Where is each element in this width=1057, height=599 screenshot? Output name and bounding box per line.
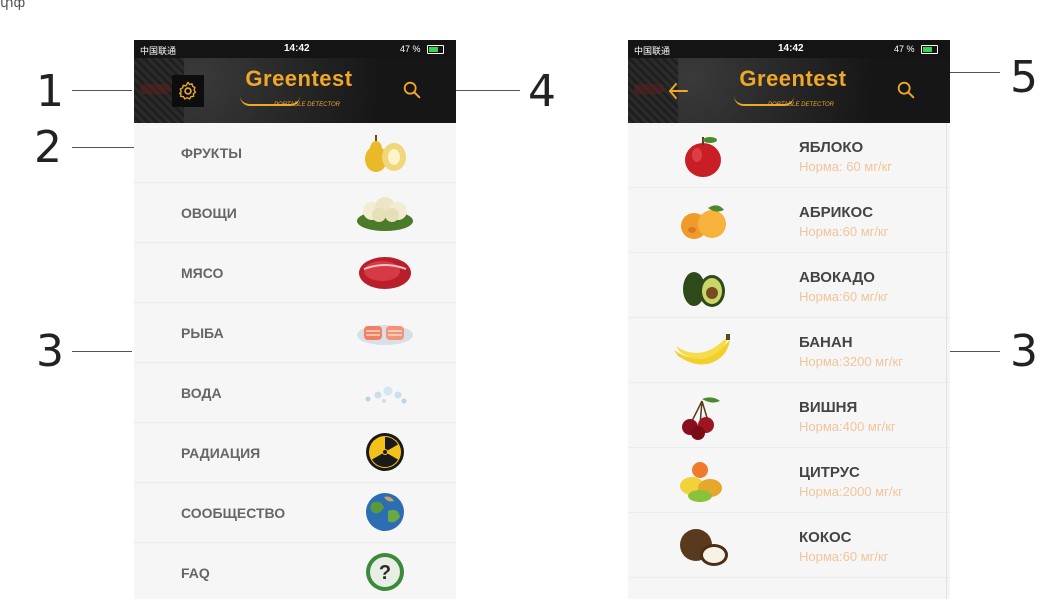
pears-image <box>365 135 406 172</box>
status-bar: 中国联通 14:42 47 % <box>134 40 456 58</box>
callout-3-right-line <box>950 351 1000 352</box>
carrier-label: 中国联通 <box>140 46 177 56</box>
fruit-norm: Норма:400 мг/кг <box>799 419 896 434</box>
category-label: РАДИАЦИЯ <box>181 445 261 461</box>
category-label: ОВОЩИ <box>181 205 237 221</box>
right-phone-border <box>946 123 947 599</box>
fruit-name: КОКОС <box>799 529 852 546</box>
fruit-norm: Норма:60 мг/кг <box>799 549 889 564</box>
search-icon <box>897 81 915 99</box>
coconut-image <box>680 529 728 566</box>
battery-icon <box>427 45 444 54</box>
back-arrow-icon <box>669 83 688 99</box>
category-label: ВОДА <box>181 385 222 401</box>
radiation-icon <box>366 433 404 471</box>
water-image <box>365 386 407 404</box>
callout-1-line <box>72 90 132 91</box>
app-header: Greentest PORTABLE DETECTOR <box>134 58 456 123</box>
app-logo: Greentest PORTABLE DETECTOR <box>234 66 364 108</box>
search-button[interactable] <box>396 74 428 106</box>
earth-image <box>366 493 404 531</box>
status-time: 14:42 <box>778 43 804 54</box>
category-item-water[interactable]: ВОДА <box>134 363 456 423</box>
battery-icon <box>921 45 938 54</box>
settings-button[interactable] <box>172 75 204 107</box>
category-item-faq[interactable]: FAQ ? <box>134 543 456 599</box>
category-item-meat[interactable]: МЯСО <box>134 243 456 303</box>
fish-image <box>357 325 413 345</box>
callout-5-line <box>950 72 1000 73</box>
apple-image <box>685 137 721 177</box>
meat-image <box>359 257 411 289</box>
status-time: 14:42 <box>284 43 310 54</box>
brand-subtitle: PORTABLE DETECTOR <box>274 102 341 108</box>
svg-text:?: ? <box>379 562 391 584</box>
category-label: СООБЩЕСТВО <box>181 505 286 521</box>
fruit-name: БАНАН <box>799 334 853 351</box>
fruit-item-apricot[interactable]: АБРИКОС Норма:60 мг/кг <box>628 188 950 253</box>
left-phone-screen: 中国联通 14:42 47 % Greentest PORTABLE DETEC… <box>134 40 456 599</box>
fruit-norm: Норма:60 мг/кг <box>799 224 889 239</box>
callout-2-line <box>72 147 134 148</box>
gear-icon <box>179 81 197 100</box>
category-label: FAQ <box>181 565 210 581</box>
avocado-image <box>683 272 725 307</box>
category-label: ФРУКТЫ <box>181 145 242 161</box>
status-bar: 中国联通 14:42 47 % <box>628 40 950 58</box>
callout-4: 4 <box>528 66 556 117</box>
back-button[interactable] <box>662 75 694 107</box>
fruit-name: ЦИТРУС <box>799 464 860 481</box>
brand-name: Greentest <box>739 66 847 91</box>
fruit-norm: Норма: 60 мг/кг <box>799 159 893 174</box>
cherry-image <box>682 397 720 440</box>
carrier-label: 中国联通 <box>634 46 671 56</box>
callout-2: 2 <box>34 122 62 173</box>
fruit-item-banana[interactable]: БАНАН Норма:3200 мг/кг <box>628 318 950 383</box>
fruit-item-avocado[interactable]: АВОКАДО Норма:60 мг/кг <box>628 253 950 318</box>
fruit-item-apple[interactable]: ЯБЛОКО Норма: 60 мг/кг <box>628 123 950 188</box>
brand-subtitle: PORTABLE DETECTOR <box>768 102 835 108</box>
citrus-image <box>680 462 722 502</box>
fruit-item-cherry[interactable]: ВИШНЯ Норма:400 мг/кг <box>628 383 950 448</box>
category-label: МЯСО <box>181 265 224 281</box>
fruit-name: ВИШНЯ <box>799 399 858 416</box>
fruit-list: ЯБЛОКО Норма: 60 мг/кг АБРИКОС Норма:60 … <box>628 123 950 578</box>
fruit-name: ЯБЛОКО <box>799 139 864 156</box>
category-item-community[interactable]: СООБЩЕСТВО <box>134 483 456 543</box>
callout-4-line <box>456 90 520 91</box>
category-item-vegetables[interactable]: ОВОЩИ <box>134 183 456 243</box>
fruit-norm: Норма:3200 мг/кг <box>799 354 903 369</box>
category-item-fruits[interactable]: ФРУКТЫ <box>134 123 456 183</box>
callout-3-left-line <box>72 351 132 352</box>
search-icon <box>403 81 421 99</box>
right-phone-screen: 中国联通 14:42 47 % Greentest PORTABLE DETEC… <box>628 40 950 599</box>
question-icon: ? <box>366 553 404 591</box>
fruit-name: АБРИКОС <box>799 204 874 221</box>
app-logo: Greentest PORTABLE DETECTOR <box>728 66 858 108</box>
fruit-norm: Норма:60 мг/кг <box>799 289 889 304</box>
search-button[interactable] <box>890 74 922 106</box>
brand-name: Greentest <box>245 66 353 91</box>
banana-image <box>674 334 730 365</box>
apricot-image <box>681 205 726 239</box>
category-item-radiation[interactable]: РАДИАЦИЯ <box>134 423 456 483</box>
fruit-item-coconut[interactable]: КОКОС Норма:60 мг/кг <box>628 513 950 578</box>
top-strip: փф <box>0 0 1057 10</box>
fruit-norm: Норма:2000 мг/кг <box>799 484 903 499</box>
fruit-name: АВОКАДО <box>799 269 875 286</box>
app-header: Greentest PORTABLE DETECTOR <box>628 58 950 123</box>
page-header-fragment: փф <box>0 0 26 10</box>
category-item-fish[interactable]: РЫБА <box>134 303 456 363</box>
battery-percent: 47 % <box>894 44 915 54</box>
callout-3-left: 3 <box>36 326 64 377</box>
fruit-item-citrus[interactable]: ЦИТРУС Норма:2000 мг/кг <box>628 448 950 513</box>
battery-percent: 47 % <box>400 44 421 54</box>
callout-3-right: 3 <box>1010 326 1038 377</box>
callout-1: 1 <box>36 66 64 117</box>
category-label: РЫБА <box>181 325 224 341</box>
category-list: ФРУКТЫ ОВОЩИ МЯСО РЫБА ВОДА РАДИАЦИЯ СОО… <box>134 123 456 599</box>
callout-5: 5 <box>1010 52 1038 103</box>
cauliflower-image <box>357 197 413 231</box>
